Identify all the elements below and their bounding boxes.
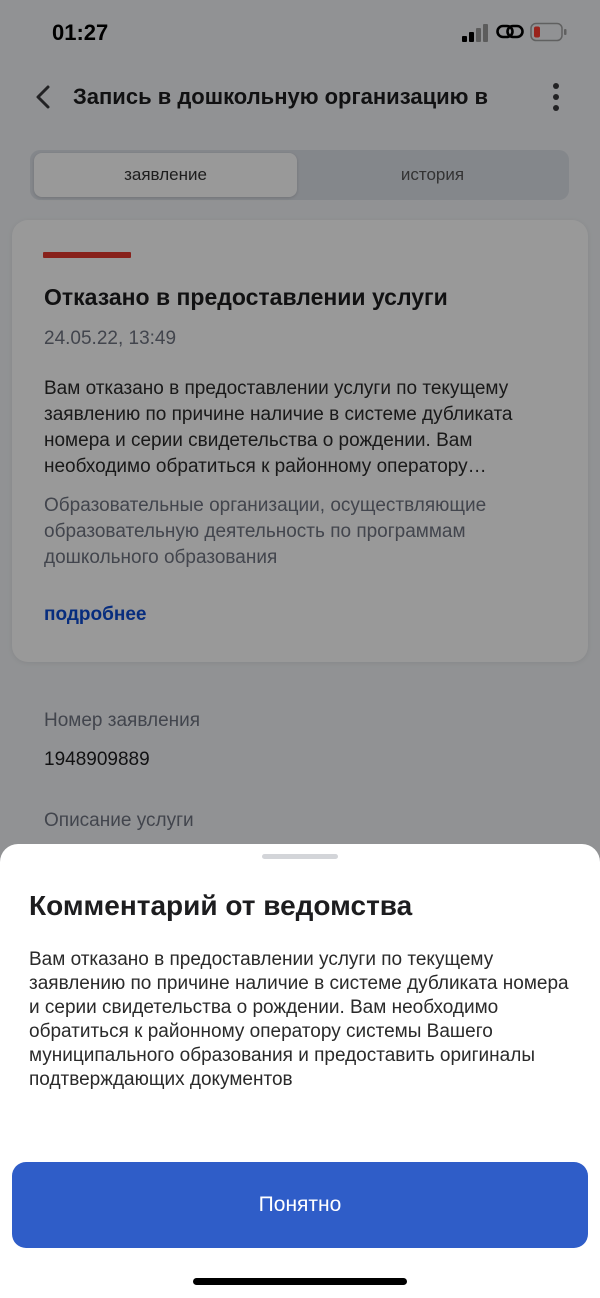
- sheet-comment-text: Вам отказано в предоставлении услуги по …: [29, 949, 569, 1090]
- home-indicator[interactable]: [193, 1278, 407, 1285]
- sheet-title: Комментарий от ведомства: [29, 890, 413, 921]
- sheet-drag-handle[interactable]: [262, 854, 338, 859]
- comment-bottom-sheet: Комментарий от ведомства Вам отказано в …: [0, 844, 600, 1298]
- ok-button[interactable]: Понятно: [12, 1162, 588, 1248]
